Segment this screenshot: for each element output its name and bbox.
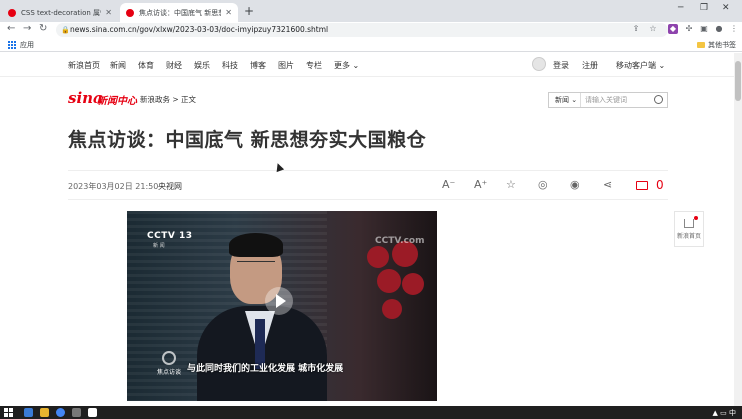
nav-item-blog[interactable]: 博客 [250, 60, 266, 71]
taskbar-app-icon[interactable] [88, 408, 97, 417]
comment-icon[interactable] [636, 181, 648, 190]
bookmarks-bar: 应用 其他书签 [0, 38, 742, 52]
home-icon [684, 219, 694, 228]
nav-item-ent[interactable]: 娱乐 [194, 60, 210, 71]
comment-count[interactable]: 0 [656, 178, 664, 192]
new-tab-button[interactable]: + [244, 4, 254, 18]
nav-item-home[interactable]: 新浪首页 [68, 60, 100, 71]
forward-icon[interactable]: → [23, 23, 31, 34]
url-text: news.sina.com.cn/gov/xlxw/2023-03-03/doc… [70, 25, 329, 34]
site-search: 新闻 ⌄ 请输入关键词 [548, 92, 668, 108]
chrome-icon[interactable] [56, 408, 65, 417]
article-meta: 2023年03月02日 21:50 央视网 A⁻ A⁺ ☆ ◎ ◉ ⋖ 0 [68, 170, 668, 200]
nav-item-news[interactable]: 新闻 [110, 60, 126, 71]
video-subtitle: 与此同时我们的工业化发展 城市化发展 [187, 364, 344, 374]
notification-dot [694, 216, 698, 220]
weibo-share-icon[interactable]: ◎ [538, 178, 548, 191]
article-date: 2023年03月02日 21:50 [68, 182, 159, 191]
article-source[interactable]: 央视网 [158, 181, 182, 192]
cctv-channel-sub: 新 闻 [153, 243, 165, 249]
bookmark-star-icon[interactable]: ☆ [648, 24, 658, 34]
chevron-down-icon: ⌄ [352, 61, 360, 70]
font-increase-icon[interactable]: A⁺ [474, 178, 487, 191]
back-icon[interactable]: ← [7, 23, 15, 34]
share-icon[interactable]: ⋖ [603, 178, 612, 191]
extension-icon[interactable]: ◆ [668, 24, 678, 34]
minimize-icon[interactable]: ─ [678, 3, 683, 13]
font-decrease-icon[interactable]: A⁻ [442, 178, 455, 191]
mobile-client-link[interactable]: 移动客户端 ⌄ [616, 60, 665, 71]
search-category-select[interactable]: 新闻 ⌄ [549, 93, 581, 107]
menu-icon[interactable]: ⋮ [729, 24, 739, 34]
windows-start-icon[interactable] [4, 408, 13, 417]
taskbar: ▲ ▭ 中 [0, 406, 742, 419]
browser-tab-css[interactable]: CSS text-decoration 属性 ✕ [2, 3, 118, 22]
chevron-down-icon: ⌄ [658, 61, 666, 70]
profile-icon[interactable]: ● [714, 24, 724, 34]
share-page-icon[interactable]: ⇪ [631, 24, 641, 34]
login-link[interactable]: 登录 [553, 60, 569, 71]
scrollbar-thumb[interactable] [735, 61, 741, 101]
folder-icon [697, 42, 705, 48]
user-avatar-icon[interactable] [532, 57, 546, 71]
search-icon[interactable] [654, 95, 663, 104]
page-scrollbar[interactable] [734, 53, 742, 406]
taskbar-app-icon[interactable] [72, 408, 81, 417]
other-bookmarks-label: 其他书签 [708, 41, 736, 49]
lock-icon: 🔒 [61, 26, 70, 34]
side-home-label: 新浪首页 [676, 233, 701, 240]
close-window-icon[interactable]: ✕ [722, 3, 730, 13]
address-bar[interactable]: 🔒 news.sina.com.cn/gov/xlxw/2023-03-03/d… [56, 23, 668, 37]
maximize-icon[interactable]: ❐ [700, 3, 708, 13]
other-bookmarks[interactable]: 其他书签 [697, 40, 736, 50]
browser-toolbar: ← → ↻ 🔒 news.sina.com.cn/gov/xlxw/2023-0… [0, 22, 742, 38]
browser-tab-sina[interactable]: 焦点访谈：中国底气 新思想夯实... ✕ [120, 3, 238, 22]
cctv-channel-logo: CCTV 13 [147, 231, 193, 241]
nav-item-sports[interactable]: 体育 [138, 60, 154, 71]
nav-item-tech[interactable]: 科技 [222, 60, 238, 71]
search-input[interactable]: 请输入关键词 [585, 93, 627, 107]
favicon-icon [126, 8, 134, 17]
reload-icon[interactable]: ↻ [39, 23, 47, 34]
side-home-button[interactable]: 新浪首页 [674, 211, 704, 247]
video-player[interactable]: CCTV 13 新 闻 CCTV.com 焦点访谈 与此同时我们的工业化发展 城… [127, 211, 437, 401]
wechat-share-icon[interactable]: ◉ [570, 178, 580, 191]
tab-title: 焦点访谈：中国底气 新思想夯实... [139, 8, 221, 17]
nav-item-photo[interactable]: 图片 [278, 60, 294, 71]
favicon-icon [8, 8, 16, 17]
taskbar-app-icon[interactable] [24, 408, 33, 417]
file-explorer-icon[interactable] [40, 408, 49, 417]
apps-shortcut[interactable]: 应用 [8, 40, 34, 50]
system-tray[interactable]: ▲ ▭ 中 [713, 408, 736, 418]
register-link[interactable]: 注册 [582, 60, 598, 71]
close-tab-icon[interactable]: ✕ [105, 8, 112, 17]
hair [229, 233, 283, 257]
nav-item-more[interactable]: 更多 ⌄ [334, 60, 359, 71]
sidepanel-icon[interactable]: ▣ [699, 24, 709, 34]
nav-item-finance[interactable]: 财经 [166, 60, 182, 71]
red-flowers [362, 241, 432, 331]
favorite-star-icon[interactable]: ☆ [506, 178, 516, 191]
cctv-watermark: CCTV.com [375, 236, 425, 246]
apps-grid-icon [8, 41, 16, 49]
program-logo-text: 焦点访谈 [157, 369, 182, 376]
tab-strip: CSS text-decoration 属性 ✕ 焦点访谈：中国底气 新思想夯实… [0, 0, 742, 22]
program-logo: 焦点访谈 [157, 351, 181, 376]
article-title: 焦点访谈：中国底气 新思想夯实大国粮仓 [68, 129, 427, 151]
breadcrumb[interactable]: 新浪政务 > 正文 [140, 94, 196, 105]
tab-title: CSS text-decoration 属性 [21, 8, 102, 17]
site-nav: 新浪首页 新闻 体育 财经 娱乐 科技 博客 图片 专栏 更多 ⌄ 登录 注册 … [0, 53, 742, 77]
extensions-puzzle-icon[interactable]: ✣ [684, 24, 694, 34]
program-logo-icon [162, 351, 176, 365]
web-page: 新浪首页 新闻 体育 财经 娱乐 科技 博客 图片 专栏 更多 ⌄ 登录 注册 … [0, 53, 742, 406]
news-center-logo[interactable]: 新闻中心 [97, 92, 137, 107]
close-tab-icon[interactable]: ✕ [225, 8, 232, 17]
play-button-icon[interactable] [265, 287, 293, 315]
glasses [237, 261, 275, 269]
nav-item-column[interactable]: 专栏 [306, 60, 322, 71]
apps-label: 应用 [20, 41, 34, 49]
